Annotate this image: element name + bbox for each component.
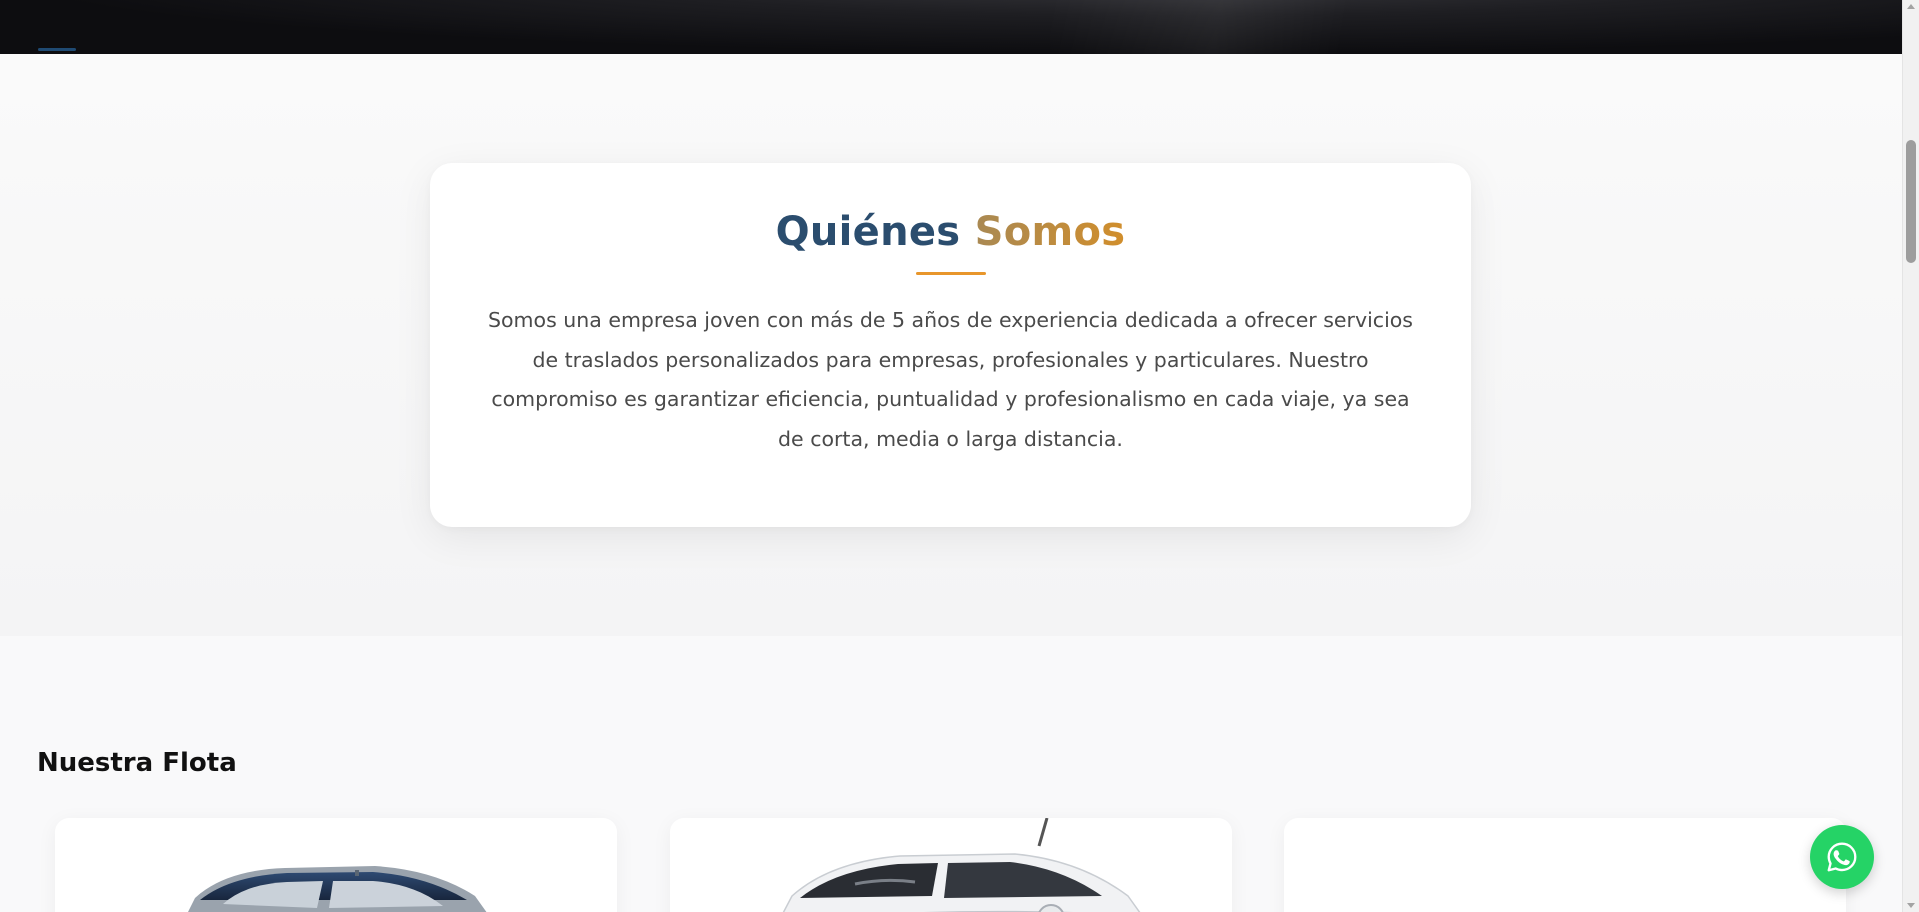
whatsapp-button[interactable] <box>1810 825 1874 889</box>
whatsapp-icon <box>1827 842 1857 872</box>
title-underline <box>916 272 986 275</box>
page-scrollbar[interactable] <box>1902 0 1919 912</box>
fleet-title: Nuestra Flota <box>37 748 237 778</box>
about-card: Quiénes Somos Somos una empresa joven co… <box>430 163 1471 527</box>
fleet-card[interactable] <box>670 818 1232 912</box>
scroll-up-arrow-icon[interactable] <box>1907 4 1915 9</box>
hero-image-strip <box>0 0 1902 54</box>
about-description: Somos una empresa joven con más de 5 año… <box>488 308 1413 451</box>
fleet-card[interactable] <box>1284 818 1846 912</box>
dark-blue-sedan-image <box>188 866 487 912</box>
hamburger-icon-line <box>38 48 76 51</box>
about-section: Quiénes Somos Somos una empresa joven co… <box>0 54 1902 636</box>
scroll-down-arrow-icon[interactable] <box>1907 903 1915 908</box>
fleet-card[interactable] <box>55 818 617 912</box>
page: Quiénes Somos Somos una empresa joven co… <box>0 0 1902 912</box>
white-sedan-image <box>782 818 1141 912</box>
about-title: Quiénes Somos <box>430 206 1471 258</box>
scroll-thumb[interactable] <box>1906 140 1916 263</box>
about-title-part2: Somos <box>974 209 1126 255</box>
about-title-part1: Quiénes <box>775 209 961 255</box>
